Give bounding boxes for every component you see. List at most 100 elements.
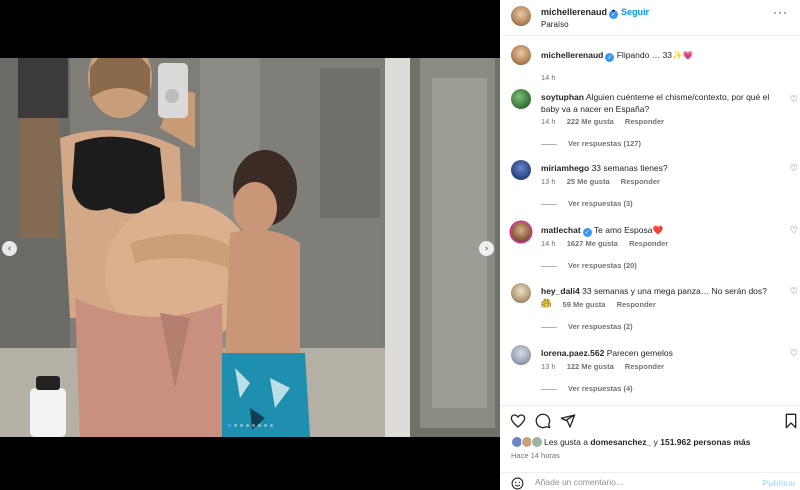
comment-time[interactable]: 14 h xyxy=(541,239,556,248)
comment-icon[interactable] xyxy=(535,413,551,429)
follow-button[interactable]: Seguir xyxy=(621,7,649,17)
emoji-icon[interactable] xyxy=(511,477,524,490)
comment-likes[interactable]: 222 Me gusta xyxy=(567,117,614,126)
reply-button[interactable]: Responder xyxy=(617,300,656,309)
comment-meta: 14 h 222 Me gusta Responder xyxy=(541,117,673,126)
carousel-dot[interactable] xyxy=(257,424,261,427)
comment-like-icon[interactable]: ♡ xyxy=(790,226,798,236)
post-location[interactable]: Paraíso xyxy=(541,20,569,29)
author-avatar[interactable] xyxy=(511,45,531,65)
carousel-prev-button[interactable]: ‹ xyxy=(2,241,17,256)
reply-button[interactable]: Responder xyxy=(625,117,664,126)
comment-likes[interactable]: 1627 Me gusta xyxy=(567,239,618,248)
caption-username[interactable]: michellerenaud xyxy=(541,50,603,60)
carousel-indicator xyxy=(0,424,500,427)
view-replies-button[interactable]: Ver respuestas (4) xyxy=(541,384,633,393)
commenter-avatar[interactable] xyxy=(511,222,531,242)
carousel-dot[interactable] xyxy=(263,424,267,427)
comment-time[interactable]: 13 h xyxy=(541,362,556,371)
comment-body: Parecen gemelos xyxy=(606,348,673,358)
share-icon[interactable] xyxy=(560,413,576,429)
header-separator: • xyxy=(612,6,616,16)
view-replies-button[interactable]: Ver respuestas (127) xyxy=(541,139,641,148)
comment-input[interactable] xyxy=(535,477,755,487)
comment-likes[interactable]: 59 Me gusta xyxy=(563,300,606,309)
comment-text: miriamhego 33 semanas tienes? xyxy=(541,162,771,174)
comment-time[interactable]: 13 h xyxy=(541,177,556,186)
more-options-icon[interactable]: ··· xyxy=(773,5,788,19)
reply-button[interactable]: Responder xyxy=(621,177,660,186)
chevron-right-icon: › xyxy=(484,243,489,254)
caption-time[interactable]: 14 h xyxy=(541,73,556,82)
carousel-dot[interactable] xyxy=(245,424,249,427)
verified-badge-icon: ✓ xyxy=(582,228,592,237)
post-side-panel: michellerenaud ✓ • Seguir Paraíso ··· mic… xyxy=(500,0,800,490)
commenter-avatar[interactable] xyxy=(511,160,531,180)
view-replies-label: Ver respuestas (4) xyxy=(568,384,633,393)
commenter-avatar[interactable] xyxy=(511,89,531,109)
comments-list[interactable]: michellerenaud ✓ Flipando … 33✨💗 14 h soy… xyxy=(500,37,800,405)
photo-illustration xyxy=(0,58,500,437)
view-replies-label: Ver respuestas (127) xyxy=(568,139,641,148)
comment-text: lorena.paez.562 Parecen gemelos xyxy=(541,347,771,359)
carousel-dot[interactable] xyxy=(239,424,243,427)
likes-middle: y xyxy=(651,437,661,447)
comment-meta: 13 h 25 Me gusta Responder xyxy=(541,177,669,186)
comment-text: matlechat ✓ Te amo Esposa❤️ xyxy=(541,224,771,237)
view-replies-label: Ver respuestas (3) xyxy=(568,199,633,208)
reply-button[interactable]: Responder xyxy=(629,239,668,248)
comment-username[interactable]: lorena.paez.562 xyxy=(541,348,604,358)
commenter-avatar[interactable] xyxy=(511,283,531,303)
comment-like-icon[interactable]: ♡ xyxy=(790,95,798,105)
liker-username[interactable]: domesanchez_ xyxy=(590,437,651,447)
reply-button[interactable]: Responder xyxy=(625,362,664,371)
comment-username[interactable]: miriamhego xyxy=(541,163,589,173)
carousel-dot[interactable] xyxy=(251,424,255,427)
comment-username[interactable]: soytuphan xyxy=(541,92,584,102)
comment-meta: 13 h 122 Me gusta Responder xyxy=(541,362,673,371)
comment-body: Te amo Esposa❤️ xyxy=(593,225,664,235)
carousel-dot[interactable] xyxy=(233,424,237,427)
replies-divider xyxy=(541,203,557,205)
comment-username[interactable]: hey_dali4 xyxy=(541,286,580,296)
carousel-next-button[interactable]: › xyxy=(479,241,494,256)
comment-like-icon[interactable]: ♡ xyxy=(790,287,798,297)
view-replies-button[interactable]: Ver respuestas (20) xyxy=(541,261,637,270)
comment-like-icon[interactable]: ♡ xyxy=(790,349,798,359)
verified-badge-icon: ✓ xyxy=(605,53,615,62)
author-username-row[interactable]: michellerenaud ✓ xyxy=(541,7,619,19)
comment-username[interactable]: matlechat xyxy=(541,225,581,235)
commenter-avatar[interactable] xyxy=(511,345,531,365)
comment-likes[interactable]: 122 Me gusta xyxy=(567,362,614,371)
author-avatar[interactable] xyxy=(511,6,531,26)
liker-avatar[interactable] xyxy=(531,436,543,448)
replies-divider xyxy=(541,388,557,390)
post-time[interactable]: Hace 14 horas xyxy=(511,451,560,460)
comment-body: 33 semanas tienes? xyxy=(591,163,668,173)
carousel-dot[interactable] xyxy=(227,424,231,427)
chevron-left-icon: ‹ xyxy=(7,243,12,254)
replies-divider xyxy=(541,326,557,328)
bookmark-icon[interactable] xyxy=(783,413,799,429)
likes-count[interactable]: 151.962 personas más xyxy=(660,437,750,447)
post-media: ‹ › xyxy=(0,0,500,490)
comment-like-icon[interactable]: ♡ xyxy=(790,164,798,174)
comment-time[interactable]: 8 h xyxy=(541,300,551,309)
caption-meta: 14 h xyxy=(541,73,565,82)
view-replies-button[interactable]: Ver respuestas (2) xyxy=(541,322,633,331)
post-photo[interactable] xyxy=(0,58,500,437)
post-actions xyxy=(500,405,800,435)
view-replies-button[interactable]: Ver respuestas (3) xyxy=(541,199,633,208)
comment-likes[interactable]: 25 Me gusta xyxy=(567,177,610,186)
author-username[interactable]: michellerenaud xyxy=(541,7,607,17)
heart-icon[interactable] xyxy=(510,413,526,429)
likes-text: Les gusta a domesanchez_ y 151.962 perso… xyxy=(544,437,751,447)
comment-time[interactable]: 14 h xyxy=(541,117,556,126)
caption-text: michellerenaud ✓ Flipando … 33✨💗 xyxy=(541,49,771,62)
carousel-dot[interactable] xyxy=(269,424,273,427)
add-comment-bar: Publicar xyxy=(500,472,800,490)
comment-meta: 14 h 1627 Me gusta Responder xyxy=(541,239,677,248)
publish-button[interactable]: Publicar xyxy=(762,478,796,488)
post-header: michellerenaud ✓ • Seguir Paraíso ··· xyxy=(500,0,800,36)
comment-text: soytuphan Alguien cuénteme el chisme/con… xyxy=(541,91,771,115)
